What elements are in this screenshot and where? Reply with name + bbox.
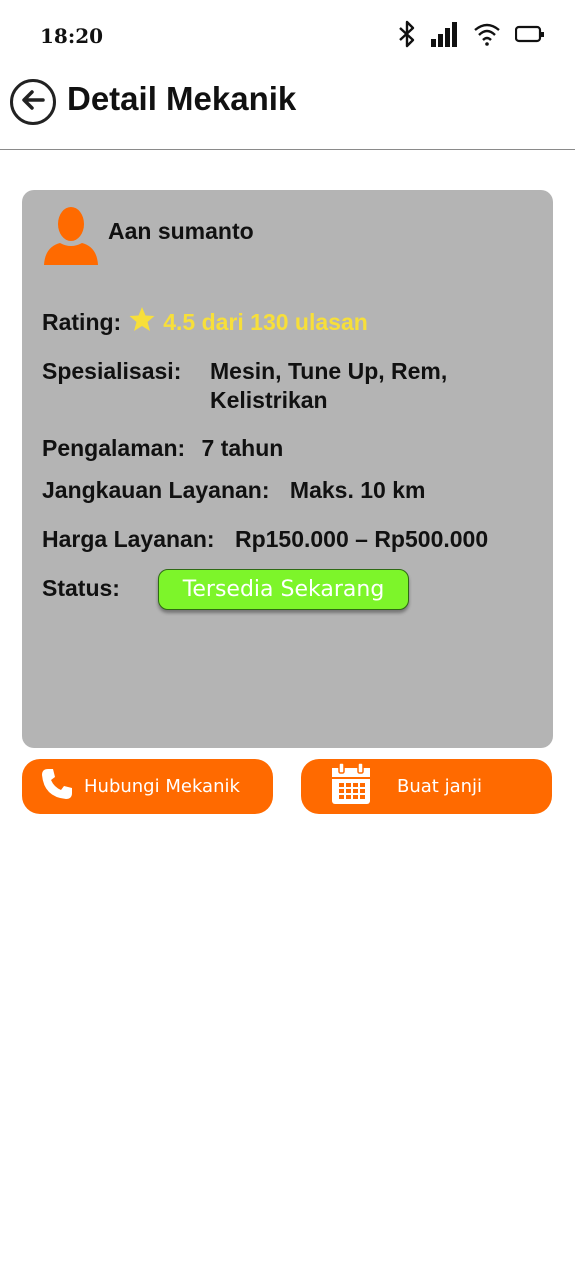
service-range-value: Maks. 10 km: [289, 477, 426, 503]
status-row: Status: Tersedia Sekarang: [42, 569, 409, 610]
calendar-icon: [331, 762, 371, 810]
service-price-value: Rp150.000 – Rp500.000: [234, 526, 489, 552]
arrow-left-icon: [19, 86, 47, 119]
mechanic-name: Aan sumanto: [108, 218, 254, 244]
specialization-value: Mesin, Tune Up, Rem, Kelistrikan: [210, 357, 447, 415]
status-icons: [397, 20, 545, 48]
person-silhouette-icon: [42, 205, 100, 265]
rating-text: 4.5 dari 130 ulasan: [163, 308, 368, 335]
status-time: 18:20: [40, 24, 104, 48]
make-appointment-button[interactable]: Buat janji: [301, 759, 552, 814]
phone-icon: [40, 767, 74, 806]
rating-row: Rating: 4.5 dari 130 ulasan: [42, 306, 368, 338]
specialization-line-1: Mesin, Tune Up, Rem,: [210, 358, 448, 384]
service-price-row: Harga Layanan: Rp150.000 – Rp500.000: [42, 526, 488, 553]
battery-icon: [515, 24, 545, 44]
rating-label: Rating:: [42, 308, 122, 335]
experience-row: Pengalaman: 7 tahun: [42, 435, 283, 462]
mechanic-card: Aan sumanto Rating: 4.5 dari 130 ulasan …: [22, 190, 553, 748]
service-range-label: Jangkauan Layanan:: [42, 477, 270, 503]
status-label: Status:: [42, 575, 120, 601]
call-mechanic-button[interactable]: Hubungi Mekanik: [22, 759, 273, 814]
experience-value: 7 tahun: [201, 435, 284, 461]
service-price-label: Harga Layanan:: [42, 526, 215, 552]
call-mechanic-label: Hubungi Mekanik: [84, 776, 240, 797]
specialization-label: Spesialisasi:: [42, 358, 182, 384]
star-icon: [129, 306, 155, 338]
page-title: Detail Mekanik: [67, 80, 297, 117]
status-bar: 18:20: [0, 0, 575, 72]
back-button[interactable]: [10, 79, 56, 125]
wifi-icon: [473, 22, 501, 46]
signal-icon: [431, 21, 459, 47]
make-appointment-label: Buat janji: [397, 776, 483, 797]
bluetooth-icon: [397, 20, 417, 48]
header: Detail Mekanik: [0, 72, 575, 150]
status-badge: Tersedia Sekarang: [158, 569, 409, 610]
experience-label: Pengalaman:: [42, 435, 186, 461]
specialization-row: Spesialisasi: Mesin, Tune Up, Rem, Kelis…: [42, 357, 447, 413]
service-range-row: Jangkauan Layanan: Maks. 10 km: [42, 477, 425, 504]
specialization-line-2: Kelistrikan: [210, 387, 328, 413]
